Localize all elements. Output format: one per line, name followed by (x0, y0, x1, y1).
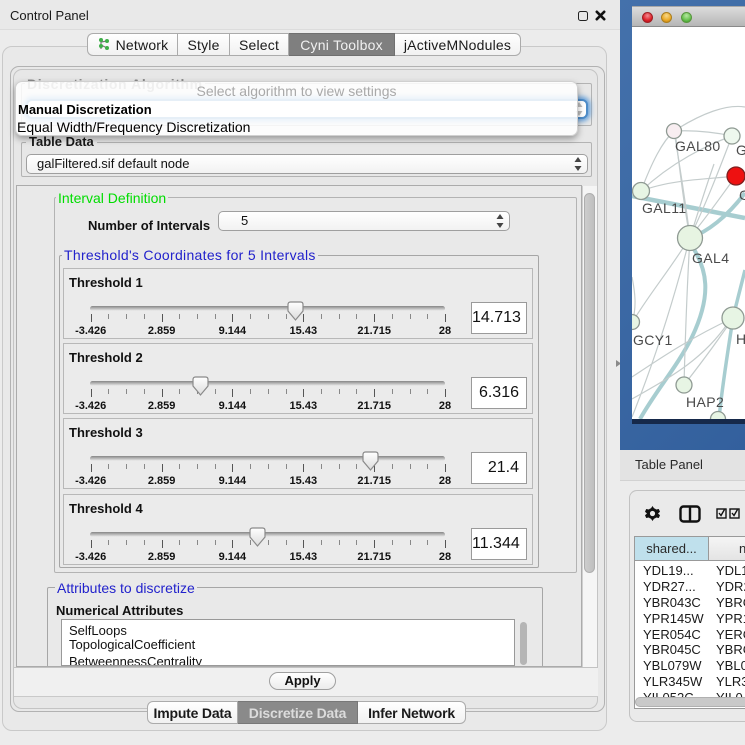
svg-text:GAL11: GAL11 (642, 200, 687, 216)
svg-text:G.: G. (736, 142, 745, 158)
svg-text:HAP2: HAP2 (686, 394, 724, 410)
svg-text:C: C (739, 187, 745, 203)
svg-text:GAL4: GAL4 (692, 250, 729, 266)
svg-text:H: H (736, 331, 745, 347)
svg-text:GAL80: GAL80 (675, 138, 721, 154)
svg-text:GCY1: GCY1 (633, 332, 673, 348)
